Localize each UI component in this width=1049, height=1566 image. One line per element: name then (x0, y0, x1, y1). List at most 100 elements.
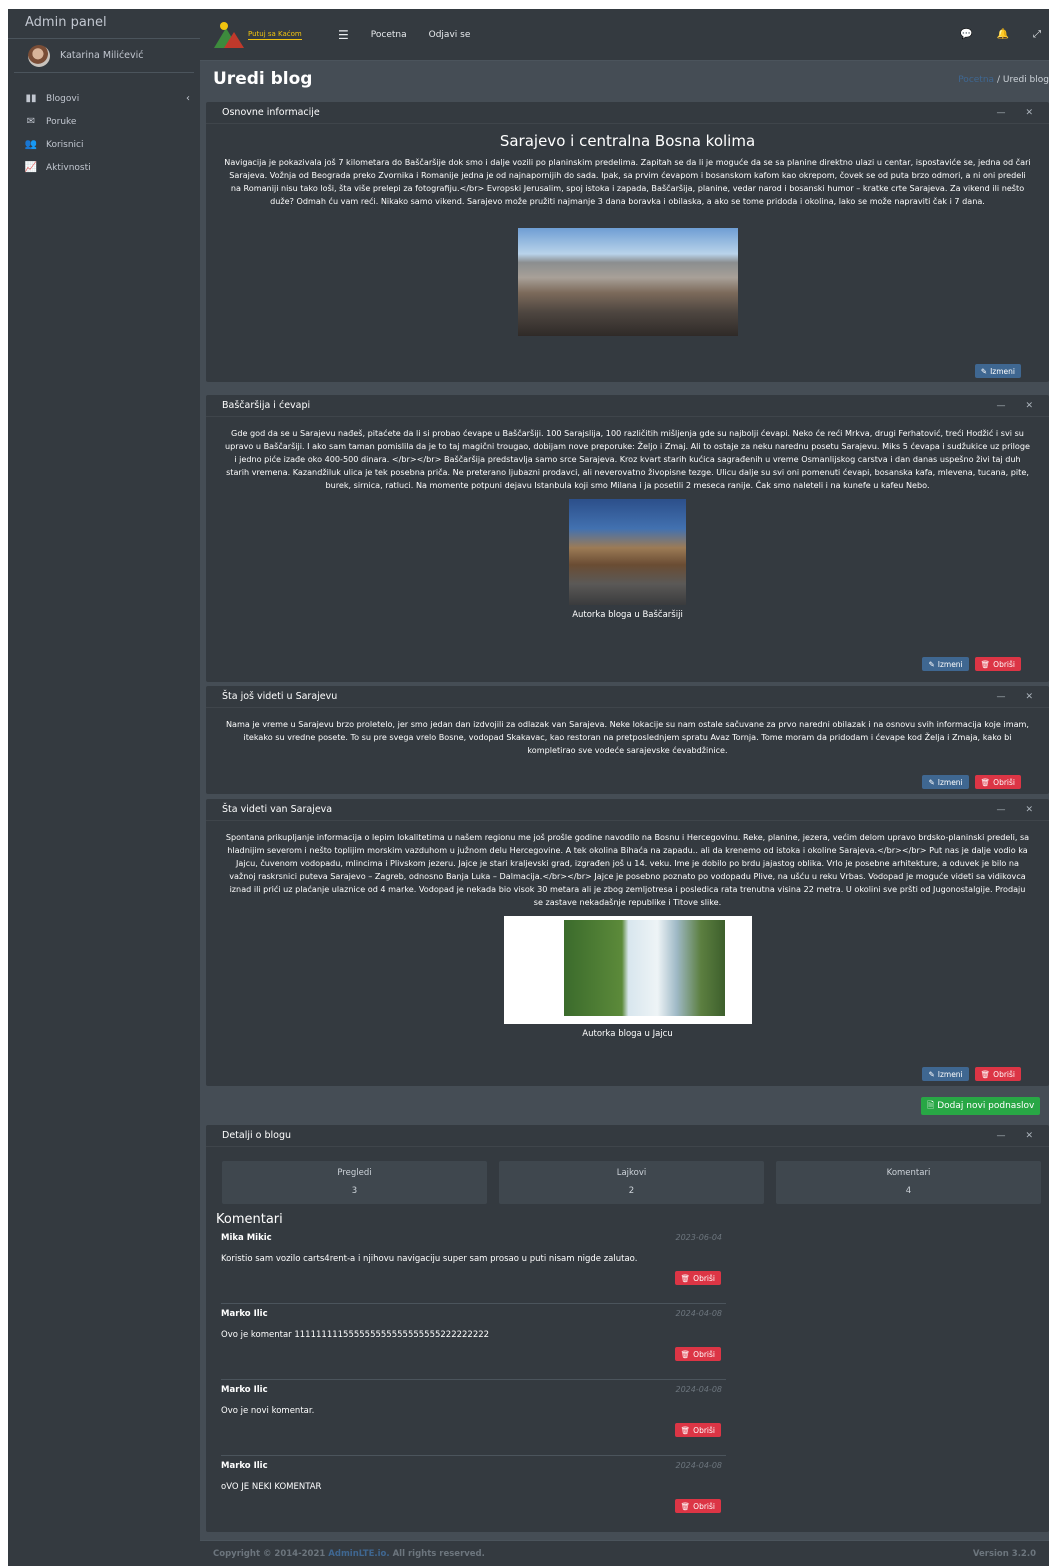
footer-copyright: Copyright © 2014-2021 (213, 1548, 326, 1559)
card-header: Osnovne informacije — ✕ (206, 102, 1049, 124)
nav-link-odjavi[interactable]: Odjavi se (429, 30, 471, 40)
stat-pregledi: Pregledi 3 (222, 1161, 487, 1204)
card-title: Šta još videti u Sarajevu (222, 691, 338, 702)
trash-icon: 🗑 (680, 1273, 691, 1283)
comment-text: oVO JE NEKI KOMENTAR (221, 1482, 322, 1492)
delete-button[interactable]: 🗑 Obriši (974, 657, 1021, 671)
edit-button[interactable]: ✎ Izmeni (974, 364, 1021, 378)
nav-link-pocetna[interactable]: Pocetna (371, 30, 407, 40)
edit-icon: ✎ (928, 1069, 935, 1079)
fullscreen-icon[interactable]: ⤢ (1033, 29, 1041, 40)
comment-text: Ovo je komentar 111111111555555555555555… (221, 1330, 490, 1340)
comment-date: 2023-06-04 (675, 1233, 723, 1242)
sidebar-item-aktivnosti[interactable]: 📈 Aktivnosti (8, 156, 200, 179)
main-footer: Copyright © 2014-2021 AdminLTE.io. All r… (200, 1540, 1049, 1566)
delete-comment-button[interactable]: 🗑 Obriši (674, 1347, 721, 1361)
image-caption: Autorka bloga u Jajcu (582, 1029, 673, 1040)
delete-comment-button[interactable]: 🗑 Obriši (674, 1423, 721, 1437)
comment-author: Mika Mikic (221, 1233, 272, 1243)
section-text: Spontana prikupljanje informacija o lepi… (225, 832, 1030, 907)
sidebar-item-label: Aktivnosti (46, 162, 91, 173)
section-text: Nama je vreme u Sarajevu brzo proletelo,… (225, 719, 1030, 755)
image-caption: Autorka bloga u Baščaršiji (572, 609, 683, 620)
app-frame: Admin panel Katarina Milićević ▮▮ Blogov… (8, 9, 1049, 1566)
sidebar-item-blogovi[interactable]: ▮▮ Blogovi ‹ (8, 87, 200, 110)
chart-line-icon: 📈 (24, 162, 38, 173)
card-title: Detalji o blogu (222, 1130, 292, 1141)
comments-title: Komentari (216, 1212, 283, 1227)
delete-comment-button[interactable]: 🗑 Obriši (674, 1499, 721, 1513)
breadcrumb-home-link[interactable]: Pocetna (958, 75, 994, 85)
jajce-waterfall-image (563, 920, 725, 1017)
sidebar: Admin panel Katarina Milićević ▮▮ Blogov… (8, 9, 200, 1566)
user-panel[interactable]: Katarina Milićević (14, 39, 194, 73)
delete-button[interactable]: 🗑 Obriši (974, 1067, 1021, 1081)
avatar (28, 44, 50, 67)
close-icon[interactable]: ✕ (1025, 108, 1033, 118)
logo-text: Putuj sa Kaćom (248, 29, 302, 40)
card-van-sarajeva: Šta videti van Sarajeva — ✕ Spontana pri… (206, 799, 1049, 1086)
chevron-left-icon: ‹ (186, 93, 190, 104)
comment-item: Marko Ilic 2024-04-08 Ovo je novi koment… (221, 1380, 726, 1456)
comment-item: Marko Ilic 2024-04-08 Ovo je komentar 11… (221, 1304, 726, 1380)
edit-button[interactable]: ✎ Izmeni (922, 657, 969, 671)
card-header: Šta još videti u Sarajevu — ✕ (206, 686, 1049, 708)
close-icon[interactable]: ✕ (1025, 1131, 1033, 1141)
stat-komentari: Komentari 4 (776, 1161, 1041, 1204)
card-header: Baščaršija i ćevapi — ✕ (206, 395, 1049, 417)
sidebar-item-poruke[interactable]: ✉ Poruke (8, 110, 200, 133)
footer-link[interactable]: AdminLTE.io. (328, 1549, 389, 1559)
comment-text: Ovo je novi komentar. (221, 1406, 315, 1416)
stat-lajkovi: Lajkovi 2 (499, 1161, 764, 1204)
sidebar-item-korisnici[interactable]: 👥 Korisnici (8, 133, 200, 156)
comment-item: Mika Mikic 2023-06-04 Koristio sam vozil… (221, 1228, 726, 1304)
close-icon[interactable]: ✕ (1025, 805, 1033, 815)
edit-icon: ✎ (980, 366, 988, 376)
breadcrumb: Pocetna / Uredi blog (958, 75, 1049, 85)
trash-icon: 🗑 (680, 1349, 691, 1359)
close-icon[interactable]: ✕ (1025, 401, 1033, 411)
close-icon[interactable]: ✕ (1025, 692, 1033, 702)
page-title: Uredi blog (213, 69, 313, 89)
card-title: Osnovne informacije (222, 107, 320, 118)
section-text: Gde god da se u Sarajevu nađeš, pitaćete… (225, 428, 1030, 490)
comment-author: Marko Ilic (221, 1461, 268, 1471)
sidebar-nav: ▮▮ Blogovi ‹ ✉ Poruke 👥 Korisnici 📈 Akti… (8, 87, 200, 179)
content-wrapper: Uredi blog Pocetna / Uredi blog Osnovne … (200, 61, 1049, 1566)
blog-title: Sarajevo i centralna Bosna kolima (499, 132, 756, 150)
sidebar-item-label: Poruke (46, 116, 77, 127)
collapse-icon[interactable]: — (996, 805, 1005, 815)
brand-link[interactable]: Admin panel (8, 9, 200, 39)
collapse-icon[interactable]: — (996, 401, 1005, 411)
users-icon: 👥 (24, 139, 38, 150)
bell-icon[interactable]: 🔔 (997, 29, 1009, 40)
card-osnovne-informacije: Osnovne informacije — ✕ Sarajevo i centr… (206, 102, 1049, 382)
comment-author: Marko Ilic (221, 1309, 268, 1319)
delete-button[interactable]: 🗑 Obriši (974, 775, 1021, 789)
sidebar-item-label: Korisnici (46, 139, 84, 150)
sebilj-image (569, 498, 686, 605)
edit-button[interactable]: ✎ Izmeni (922, 1067, 969, 1081)
trash-icon: 🗑 (980, 659, 991, 669)
card-header: Detalji o blogu — ✕ (206, 1125, 1049, 1147)
hamburger-menu-icon[interactable]: ☰ (338, 28, 349, 42)
add-subtitle-button[interactable]: 🗎 Dodaj novi podnaslov (921, 1097, 1041, 1115)
collapse-icon[interactable]: — (996, 692, 1005, 702)
edit-button[interactable]: ✎ Izmeni (922, 775, 969, 789)
user-name: Katarina Milićević (60, 50, 144, 61)
edit-icon: ✎ (928, 659, 935, 669)
comment-date: 2024-04-08 (675, 1309, 723, 1318)
collapse-icon[interactable]: — (996, 108, 1005, 118)
site-logo[interactable]: Putuj sa Kaćom (214, 20, 322, 50)
sidebar-item-label: Blogovi (46, 93, 80, 104)
card-title: Šta videti van Sarajeva (222, 804, 333, 815)
breadcrumb-separator: / (996, 75, 1000, 85)
comment-item: Marko Ilic 2024-04-08 oVO JE NEKI KOMENT… (221, 1456, 726, 1532)
delete-comment-button[interactable]: 🗑 Obriši (674, 1271, 721, 1285)
collapse-icon[interactable]: — (996, 1131, 1005, 1141)
jajce-image-frame (503, 916, 752, 1025)
navbar-right-icons: 💬 🔔 ⤢ (960, 29, 1049, 40)
comments-icon[interactable]: 💬 (960, 29, 972, 40)
section-text: Navigacija je pokazivala još 7 kilometar… (224, 157, 1031, 206)
top-navbar: Putuj sa Kaćom ☰ Pocetna Odjavi se 💬 🔔 ⤢ (200, 9, 1049, 61)
